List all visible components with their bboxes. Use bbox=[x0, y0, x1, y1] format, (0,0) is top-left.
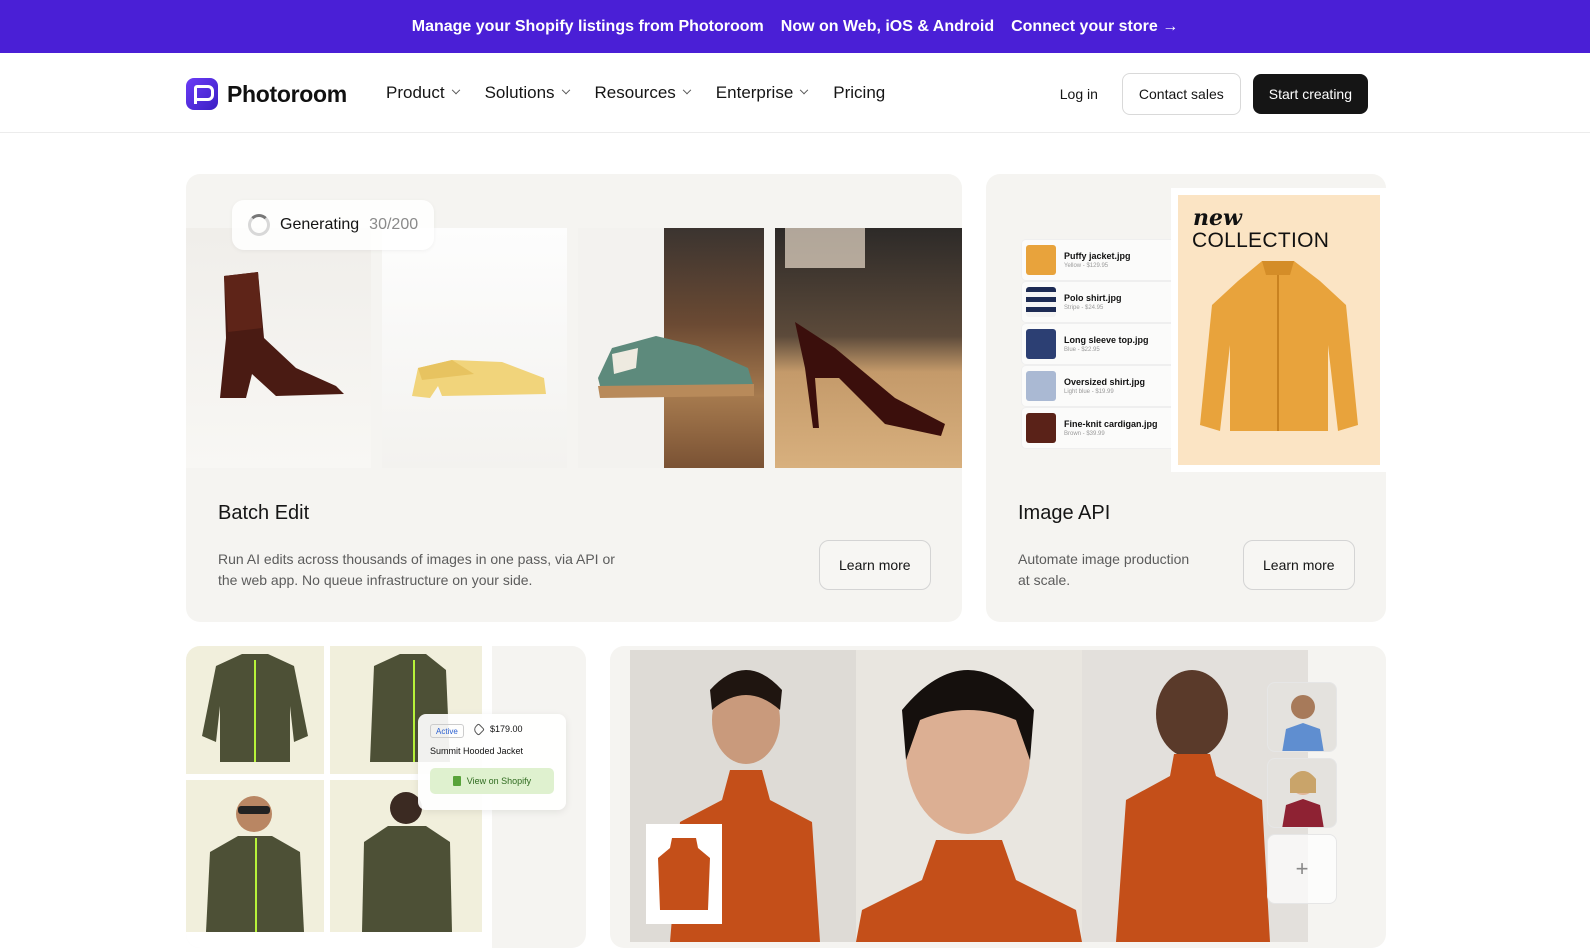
announcement-bar[interactable]: Manage your Shopify listings from Photor… bbox=[0, 0, 1590, 53]
chevron-down-icon bbox=[561, 85, 570, 95]
shopify-product-popup: Active $179.00 Summit Hooded Jacket View… bbox=[418, 714, 566, 810]
models-card: + bbox=[610, 646, 1386, 948]
login-link[interactable]: Log in bbox=[1048, 86, 1110, 102]
top-nav: Photoroom Product Solutions Resources En… bbox=[0, 53, 1590, 133]
image-api-desc-line2: at scale. bbox=[1018, 572, 1071, 588]
logo-text: Photoroom bbox=[227, 80, 347, 107]
heel-photo bbox=[775, 228, 962, 468]
menu-pricing[interactable]: Pricing bbox=[833, 83, 885, 103]
shopify-card: Active $179.00 Summit Hooded Jacket View… bbox=[186, 646, 586, 948]
nav-actions: Log in Contact sales Start creating bbox=[1048, 73, 1368, 115]
file-list: Puffy jacket.jpg Yellow - $129.95 Polo sh… bbox=[1022, 240, 1188, 450]
chevron-down-icon bbox=[451, 85, 460, 95]
sneaker-photo bbox=[578, 228, 764, 468]
add-model-button[interactable]: + bbox=[1267, 834, 1337, 904]
file-thumbnail bbox=[1026, 245, 1056, 275]
list-item: Polo shirt.jpg Stripe - $24.95 bbox=[1022, 282, 1188, 322]
contact-sales-button[interactable]: Contact sales bbox=[1121, 73, 1241, 115]
file-sub: Stripe - $24.95 bbox=[1064, 305, 1104, 311]
boot-photo bbox=[186, 228, 371, 468]
menu-solutions[interactable]: Solutions bbox=[484, 83, 570, 103]
image-api-learn-more-button[interactable]: Learn more bbox=[1243, 540, 1355, 590]
model-options: + bbox=[1267, 682, 1339, 910]
product-name: Summit Hooded Jacket bbox=[430, 746, 524, 756]
image-api-desc-line1: Automate image production bbox=[1018, 551, 1190, 567]
file-name: Long sleeve top.jpg bbox=[1064, 335, 1149, 345]
menu-solutions-label: Solutions bbox=[484, 83, 555, 102]
menu-resources[interactable]: Resources bbox=[594, 83, 692, 103]
chevron-down-icon bbox=[682, 85, 692, 95]
spinner-icon bbox=[248, 214, 270, 236]
file-thumbnail bbox=[1026, 371, 1056, 401]
file-thumbnail bbox=[1026, 329, 1056, 359]
mule-photo bbox=[382, 228, 567, 468]
product-price: $179.00 bbox=[490, 724, 523, 734]
list-item: Oversized shirt.jpg Light blue - $19.99 bbox=[1022, 366, 1188, 406]
status-badge: Active bbox=[430, 724, 464, 738]
chevron-down-icon bbox=[800, 85, 809, 95]
menu-resources-label: Resources bbox=[594, 83, 676, 102]
batch-edit-desc-line2: the web app. No queue infrastructure on … bbox=[218, 572, 533, 588]
list-item: Fine-knit cardigan.jpg Brown - $39.99 bbox=[1022, 408, 1188, 448]
generating-label: Generating bbox=[280, 216, 360, 233]
menu-product-label: Product bbox=[386, 83, 445, 102]
batch-edit-description: Run AI edits across thousands of images … bbox=[218, 549, 638, 591]
model-option-2[interactable] bbox=[1267, 758, 1337, 828]
model-option-1[interactable] bbox=[1267, 682, 1337, 752]
batch-edit-title: Batch Edit bbox=[218, 502, 310, 524]
view-on-shopify-button[interactable]: View on Shopify bbox=[430, 768, 554, 794]
generating-count: 30/200 bbox=[369, 216, 419, 233]
start-creating-button[interactable]: Start creating bbox=[1252, 74, 1368, 114]
price-tag-icon bbox=[472, 723, 485, 736]
file-thumbnail bbox=[1026, 413, 1056, 443]
menu-pricing-label: Pricing bbox=[833, 83, 886, 102]
jacket-front-photo bbox=[186, 646, 324, 774]
connect-store-link[interactable]: Connect your store → bbox=[1011, 18, 1178, 36]
garment-thumbnail bbox=[646, 824, 722, 924]
announcement-shopify: Manage your Shopify listings from Photor… bbox=[411, 17, 764, 35]
menu-enterprise[interactable]: Enterprise bbox=[715, 83, 809, 103]
collection-poster: new COLLECTION bbox=[1171, 188, 1386, 472]
shopify-bag-icon bbox=[452, 776, 461, 786]
file-sub: Blue - $22.95 bbox=[1064, 347, 1100, 353]
file-thumbnail bbox=[1026, 287, 1056, 317]
list-item: Long sleeve top.jpg Blue - $22.95 bbox=[1022, 324, 1188, 364]
logo[interactable]: Photoroom bbox=[186, 78, 347, 110]
menu-product[interactable]: Product bbox=[386, 83, 460, 103]
model-front-photo bbox=[186, 780, 324, 932]
file-name: Oversized shirt.jpg bbox=[1064, 377, 1146, 387]
image-api-description: Automate image production at scale. bbox=[1018, 549, 1218, 591]
puffy-jacket-image bbox=[1200, 261, 1358, 431]
batch-edit-card: Generating 30/200 Batch Edit Run AI edit… bbox=[186, 174, 962, 622]
file-name: Fine-knit cardigan.jpg bbox=[1064, 419, 1158, 429]
model-2-photo bbox=[856, 650, 1082, 942]
announcement-platforms: Now on Web, iOS & Android bbox=[780, 17, 995, 35]
image-api-card: Puffy jacket.jpg Yellow - $129.95 Polo sh… bbox=[986, 174, 1386, 622]
image-api-title: Image API bbox=[1018, 502, 1111, 524]
generating-status: Generating 30/200 bbox=[232, 200, 435, 250]
main-menu: Product Solutions Resources Enterprise P… bbox=[386, 83, 885, 103]
poster-background: new COLLECTION bbox=[1178, 195, 1380, 465]
view-on-shopify-label: View on Shopify bbox=[466, 776, 532, 786]
batch-edit-desc-line1: Run AI edits across thousands of images … bbox=[218, 551, 615, 567]
file-sub: Yellow - $129.95 bbox=[1064, 263, 1109, 269]
menu-enterprise-label: Enterprise bbox=[715, 83, 794, 102]
file-name: Polo shirt.jpg bbox=[1064, 293, 1122, 303]
file-sub: Brown - $39.99 bbox=[1064, 431, 1105, 437]
list-item: Puffy jacket.jpg Yellow - $129.95 bbox=[1022, 240, 1188, 280]
photoroom-logo-icon bbox=[186, 78, 218, 110]
file-name: Puffy jacket.jpg bbox=[1064, 251, 1131, 261]
batch-edit-learn-more-button[interactable]: Learn more bbox=[819, 540, 931, 590]
file-sub: Light blue - $19.99 bbox=[1064, 389, 1114, 395]
